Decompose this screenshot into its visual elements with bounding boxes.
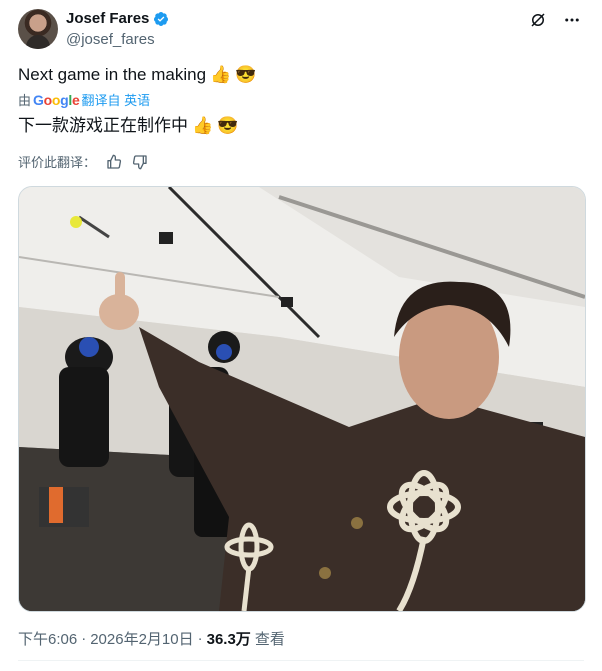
translated-text: 下一款游戏正在制作中 👍 😎	[18, 114, 238, 138]
mocap-helmet	[79, 337, 99, 357]
author-name-row: Josef Fares	[66, 10, 169, 27]
tweet-actions-top	[528, 10, 582, 30]
translated-text-content: 下一款游戏正在制作中	[18, 116, 188, 135]
equipment-case-orange	[49, 487, 63, 523]
translate-prefix: 由	[18, 93, 32, 108]
thumbs-up-emoji: 👍	[210, 65, 232, 84]
more-icon[interactable]	[562, 10, 582, 30]
thumbs-up-emoji-translated: 👍	[192, 116, 214, 135]
author-handle[interactable]: @josef_fares	[66, 31, 155, 48]
tweet-date[interactable]: 2026年2月10日	[90, 628, 193, 649]
views-count[interactable]: 36.3万	[207, 628, 251, 649]
meta-separator: ·	[197, 630, 203, 647]
photo-illustration	[19, 187, 585, 611]
tweet-detail: Josef Fares @josef_fares Next game in th…	[0, 0, 602, 671]
translation-attribution: 由 Google 翻译自 英语	[18, 90, 150, 109]
sweater-button	[319, 567, 331, 579]
tweet-text: Next game in the making 👍 😎	[18, 63, 256, 87]
meta-separator: ·	[81, 630, 87, 647]
mocap-helmet	[216, 344, 232, 360]
translate-source-link[interactable]: 翻译自 英语	[82, 90, 151, 109]
mocap-actor-body	[59, 367, 109, 467]
thumbs-down-icon[interactable]	[132, 154, 148, 170]
tweet-text-content: Next game in the making	[18, 65, 207, 84]
sweater-button	[351, 517, 363, 529]
display-name[interactable]: Josef Fares	[66, 10, 149, 27]
grok-icon[interactable]	[528, 10, 548, 30]
person-thumb	[115, 272, 125, 300]
sunglasses-emoji: 😎	[235, 65, 257, 84]
equipment-case	[39, 487, 89, 527]
rate-translation: 评价此翻译：	[18, 152, 148, 171]
mocap-camera	[281, 297, 293, 307]
thumbs-up-icon[interactable]	[106, 154, 122, 170]
marker-ball	[70, 216, 82, 228]
mocap-camera	[159, 232, 173, 244]
tweet-photo[interactable]	[18, 186, 586, 612]
tweet-meta: 下午6:06 · 2026年2月10日 · 36.3万 查看	[18, 628, 285, 649]
sunglasses-emoji-translated: 😎	[217, 116, 239, 135]
verified-badge-icon[interactable]	[153, 11, 169, 27]
google-logo: Google	[33, 91, 80, 108]
rate-translation-label: 评价此翻译：	[18, 155, 97, 170]
tweet-time[interactable]: 下午6:06	[18, 628, 77, 649]
avatar[interactable]	[18, 9, 58, 49]
divider	[18, 660, 584, 661]
views-label: 查看	[254, 631, 285, 648]
